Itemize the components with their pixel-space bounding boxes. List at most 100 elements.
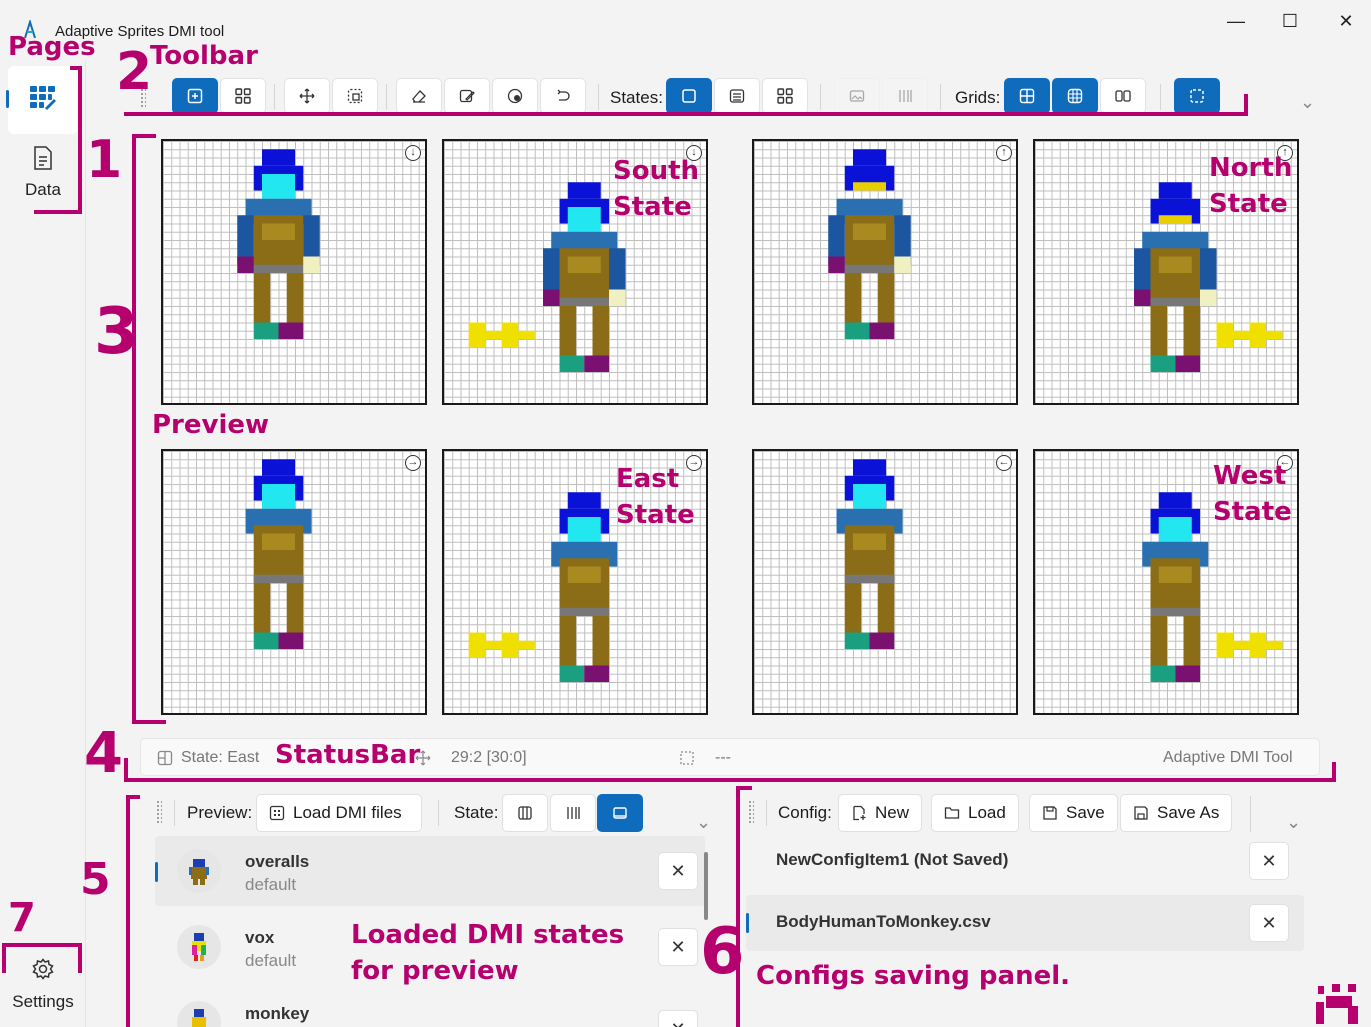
- state-rows-button[interactable]: [550, 794, 596, 832]
- panel-grip[interactable]: [156, 800, 162, 824]
- item-subtitle: default: [245, 951, 297, 970]
- annotation-south-state: South State: [613, 153, 699, 225]
- remove-config-button[interactable]: ✕: [1249, 904, 1289, 942]
- config-list-item[interactable]: NewConfigItem1 (Not Saved) ✕: [746, 832, 1306, 890]
- color-tool-button[interactable]: [492, 78, 538, 114]
- annotation-text: South: [613, 156, 700, 186]
- bounds-icon: [1190, 89, 1204, 103]
- preview-tile-east-overalls[interactable]: →: [161, 449, 427, 715]
- bounds-button[interactable]: [1174, 78, 1220, 114]
- preview-tile-south-overalls[interactable]: ↓: [161, 139, 427, 405]
- nav-item-data[interactable]: Data: [8, 140, 78, 210]
- save-config-button[interactable]: Save: [1029, 794, 1118, 832]
- annotation-text: Loaded DMI states: [351, 920, 625, 950]
- annotation-number: 5: [80, 854, 111, 905]
- states-grid-button[interactable]: [762, 78, 808, 114]
- direction-south-icon: ↓: [405, 145, 421, 161]
- nav-item-preview[interactable]: [6, 66, 78, 134]
- image-mode-button[interactable]: [834, 78, 880, 114]
- avatar: [177, 925, 221, 969]
- states-single-button[interactable]: [666, 78, 712, 114]
- grid-view-button[interactable]: [220, 78, 266, 114]
- frame-icon: [613, 807, 627, 819]
- close-button[interactable]: ✕: [1326, 6, 1366, 36]
- nav-item-label: Data: [25, 180, 61, 199]
- status-selection: ---: [715, 749, 731, 766]
- direction-west-icon: ←: [996, 455, 1012, 471]
- grid-toggle-button[interactable]: [1004, 78, 1050, 114]
- remove-item-button[interactable]: ✕: [658, 852, 698, 890]
- edit-tool-button[interactable]: [444, 78, 490, 114]
- annotation-line: [132, 720, 166, 724]
- remove-item-button[interactable]: ✕: [658, 928, 698, 966]
- config-title: BodyHumanToMonkey.csv: [776, 912, 991, 931]
- toolbar-separator: [274, 84, 275, 110]
- remove-config-button[interactable]: ✕: [1249, 842, 1289, 880]
- square-icon: [682, 89, 696, 103]
- state-columns-button[interactable]: [502, 794, 548, 832]
- grid-icon: [30, 86, 56, 110]
- load-dmi-button[interactable]: Load DMI files: [256, 794, 422, 832]
- list-item[interactable]: overalls default ✕: [155, 836, 705, 906]
- undo-button[interactable]: [540, 78, 586, 114]
- remove-item-button[interactable]: ✕: [658, 1010, 698, 1027]
- annotation-text: State: [613, 192, 692, 222]
- annotation-line: [2, 943, 82, 947]
- annotation-west-state: West State: [1213, 458, 1292, 530]
- load-config-button[interactable]: Load: [931, 794, 1019, 832]
- toolbar-separator: [438, 800, 439, 826]
- save-icon: [1043, 806, 1057, 820]
- config-list-item[interactable]: BodyHumanToMonkey.csv ✕: [746, 895, 1304, 951]
- status-coordinates: 29:2 [30:0]: [451, 749, 527, 766]
- state-single-button[interactable]: [597, 794, 643, 832]
- undo-icon: [557, 89, 570, 101]
- annotation-line: [124, 112, 1248, 116]
- panel-overflow-chevron[interactable]: ⌄: [696, 812, 711, 833]
- states-list-button[interactable]: [714, 78, 760, 114]
- columns-mode-button[interactable]: [882, 78, 928, 114]
- folder-icon: [944, 807, 960, 819]
- pixel-grid-button[interactable]: [1052, 78, 1098, 114]
- annotation-text: for preview: [351, 956, 519, 986]
- annotation-east-state: East State: [616, 461, 695, 533]
- maximize-button[interactable]: ☐: [1270, 6, 1310, 36]
- columns-icon: [899, 90, 912, 102]
- single-view-button[interactable]: [172, 78, 218, 114]
- list-item[interactable]: monkey ✕: [155, 988, 705, 1027]
- direction-east-icon: →: [405, 455, 421, 471]
- grid-icon: [1019, 88, 1035, 104]
- minimize-button[interactable]: —: [1216, 6, 1256, 36]
- state-icon: [157, 750, 173, 766]
- annotation-line: [78, 66, 82, 214]
- annotation-toolbar: Toolbar: [150, 41, 258, 71]
- four-squares-icon: [235, 88, 251, 104]
- annotation-line: [126, 795, 130, 1027]
- split-grid-button[interactable]: [1100, 78, 1146, 114]
- toolbar-overflow-chevron[interactable]: ⌄: [1300, 92, 1315, 113]
- list-scrollbar[interactable]: [704, 852, 708, 920]
- image-icon: [849, 90, 865, 102]
- columns-left-icon: [518, 806, 532, 820]
- new-config-button[interactable]: New: [838, 794, 923, 832]
- select-tool-button[interactable]: [332, 78, 378, 114]
- config-panel-toolbar: Config: New Load Save Save As ⌄: [744, 794, 1314, 834]
- toolbar-separator: [940, 84, 941, 110]
- preview-tile-west-overalls[interactable]: ←: [752, 449, 1018, 715]
- item-title: vox: [245, 928, 275, 947]
- toolbar-separator: [1160, 84, 1161, 110]
- nav-item-settings[interactable]: Settings: [8, 950, 78, 1020]
- move-tool-button[interactable]: [284, 78, 330, 114]
- panel-grip[interactable]: [748, 800, 754, 824]
- selection-indicator: [155, 862, 158, 882]
- eraser-tool-button[interactable]: [396, 78, 442, 114]
- annotation-line: [124, 778, 1336, 782]
- annotation-line: [34, 210, 82, 214]
- panel-overflow-chevron[interactable]: ⌄: [1286, 812, 1301, 833]
- status-app-name: Adaptive DMI Tool: [1163, 749, 1293, 766]
- annotation-line: [132, 134, 136, 724]
- save-as-config-button[interactable]: Save As: [1120, 794, 1233, 832]
- columns-right-icon: [567, 807, 580, 819]
- sprite-image: [245, 459, 312, 649]
- annotation-configs-panel: Configs saving panel.: [756, 961, 1071, 991]
- preview-tile-north-overalls[interactable]: ↑: [752, 139, 1018, 405]
